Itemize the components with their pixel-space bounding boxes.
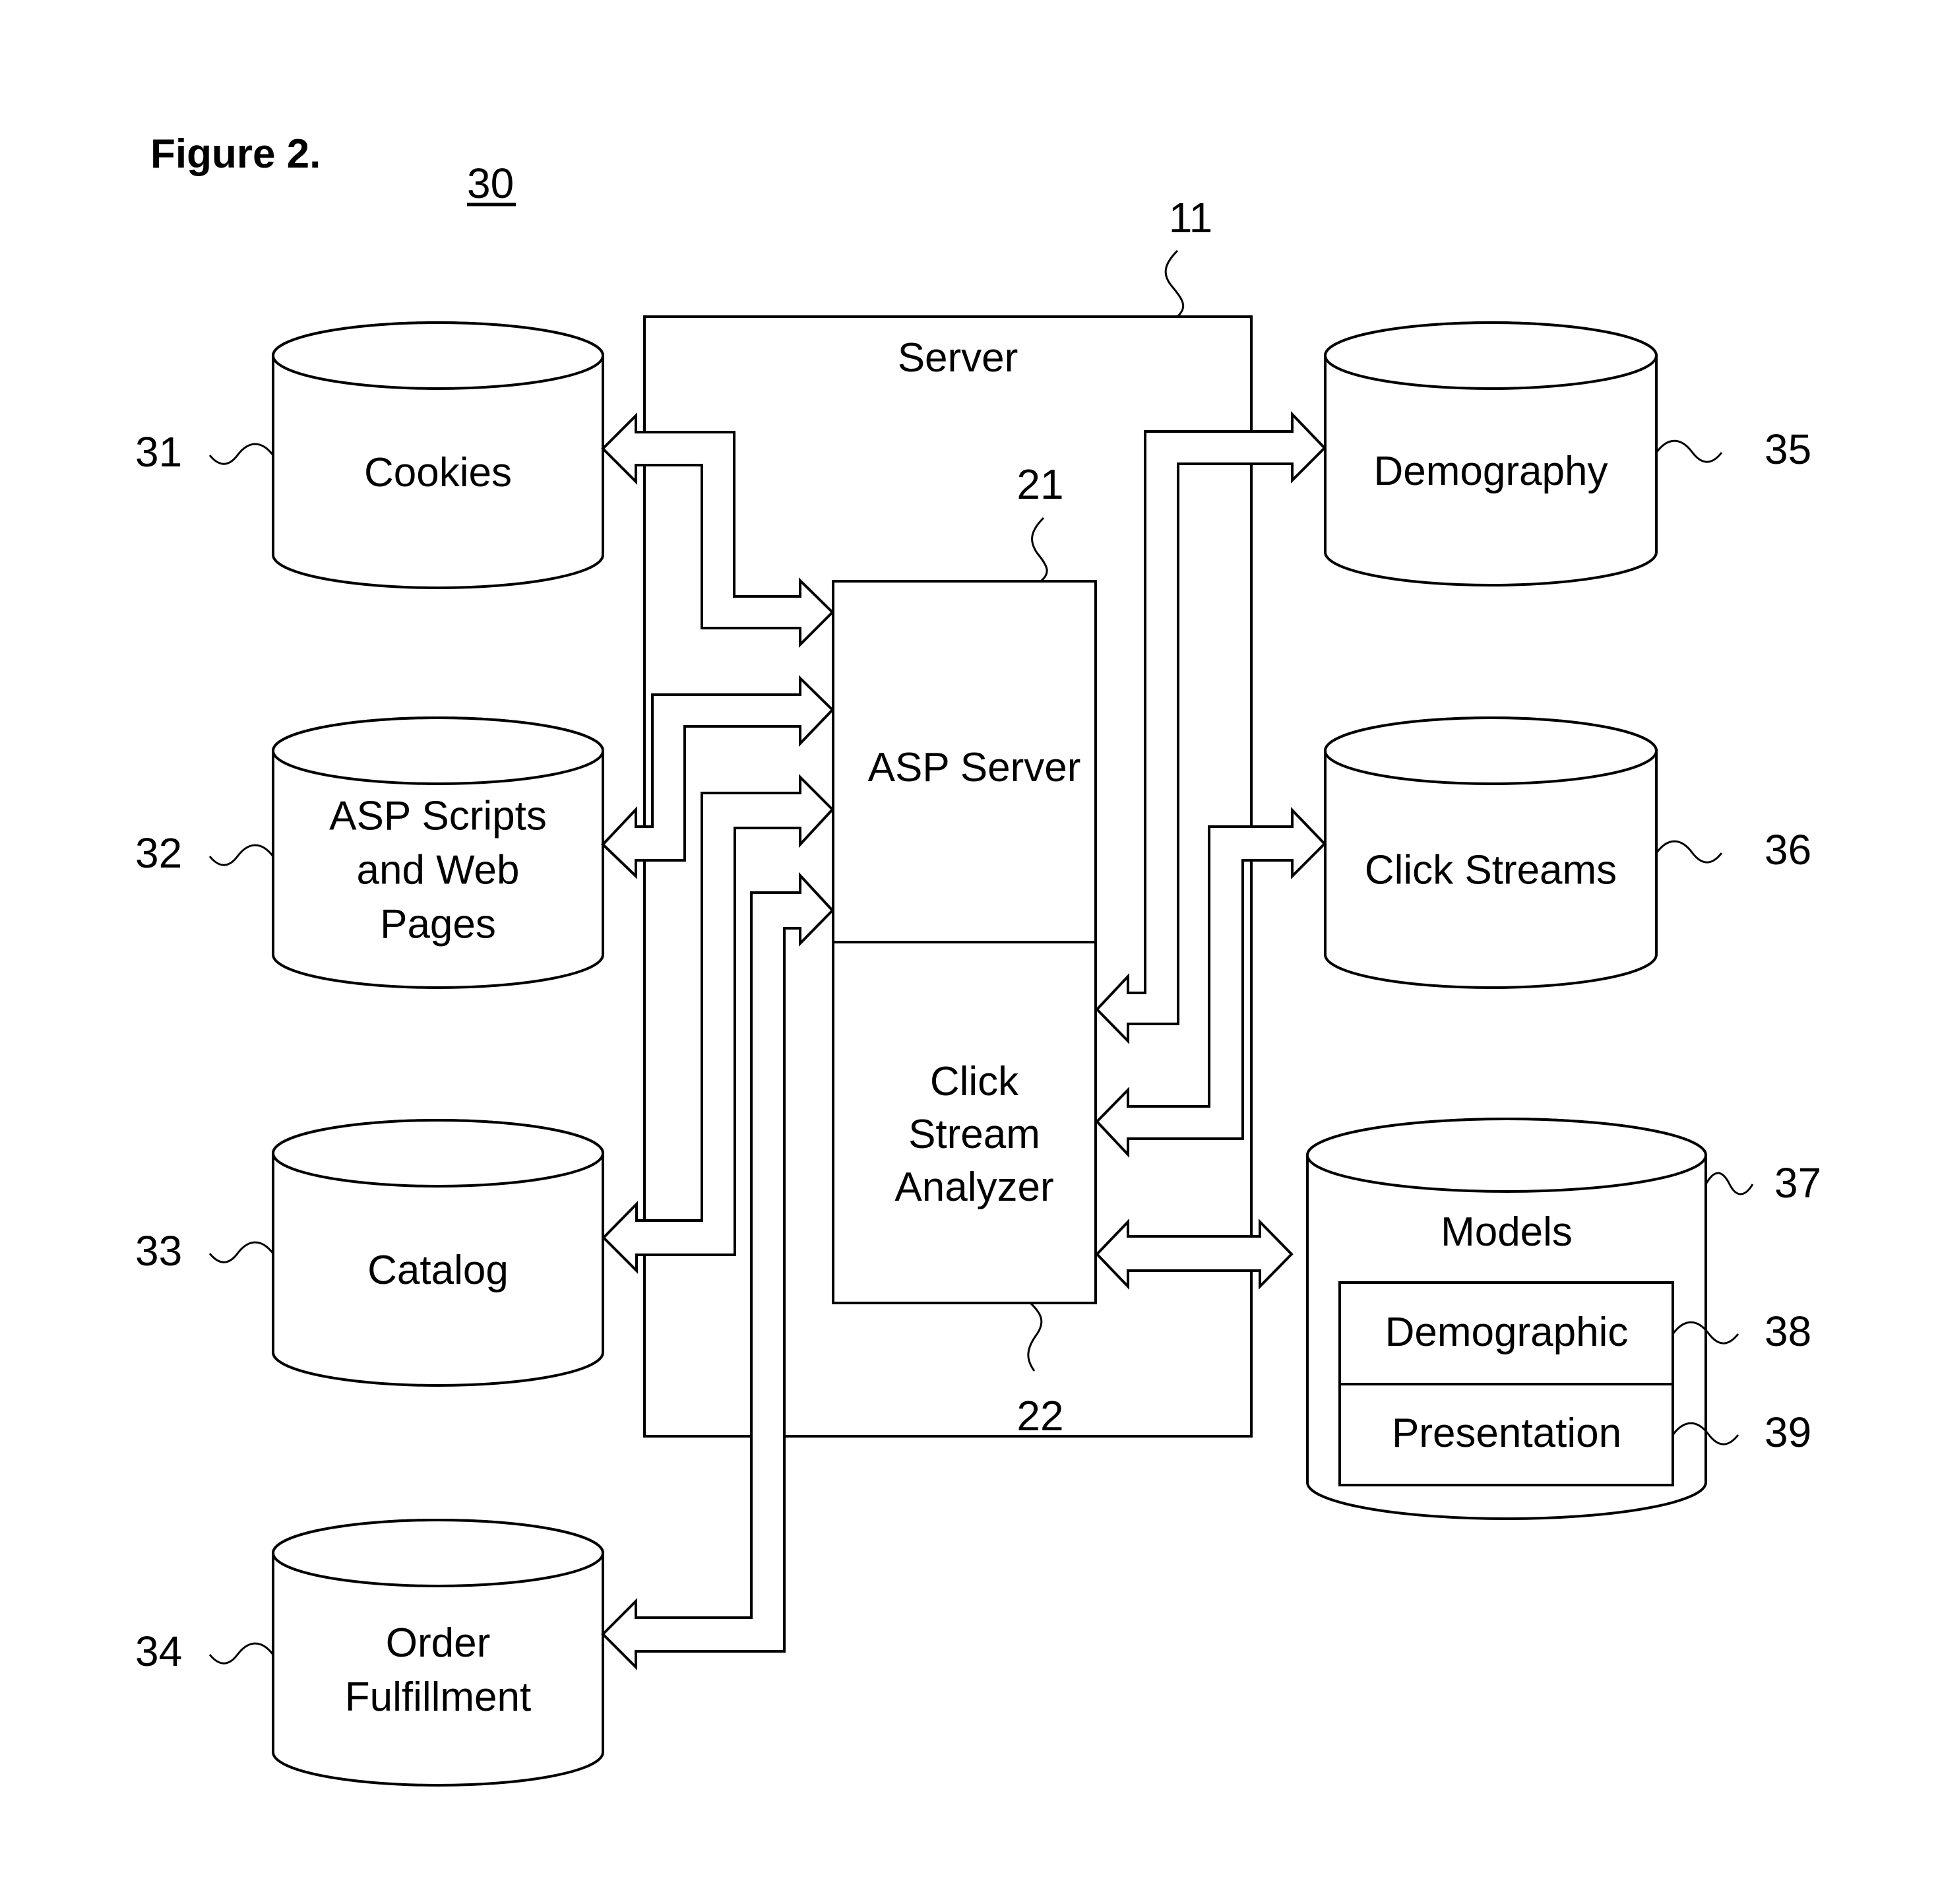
system-ref-label: 30 [467, 160, 514, 207]
ref-34: 34 [135, 1628, 182, 1675]
asp-scripts-label-line-3: Pages [380, 902, 496, 947]
ref-36: 36 [1765, 826, 1811, 873]
asp-scripts-label-line-2: and Web [356, 848, 519, 893]
analyzer-label-line-1: Click [930, 1059, 1019, 1104]
order-fulfillment-label-line-1: Order [386, 1620, 490, 1666]
ref-36-leader [1655, 840, 1723, 864]
ref-35-leader [1655, 439, 1723, 463]
server-ref: 11 [1169, 194, 1212, 241]
cookies-label-line-1: Cookies [364, 450, 512, 495]
ref-31-leader [208, 443, 274, 465]
order-fulfillment-cylinder-top [272, 1519, 604, 1587]
ref-38: 38 [1765, 1308, 1811, 1355]
ref-37-leader [1704, 1172, 1754, 1195]
demography-cylinder-top [1324, 321, 1658, 390]
models-label: Models [1441, 1209, 1573, 1255]
figure-title: Figure 2. [150, 131, 321, 177]
ref-35: 35 [1765, 426, 1811, 473]
analyzer-ref: 22 [1016, 1392, 1063, 1440]
click-streams-label-line-1: Click Streams [1365, 848, 1617, 893]
catalog-cylinder-top [272, 1119, 604, 1188]
analyzer-label-line-2: Stream [908, 1112, 1040, 1157]
ref-37: 37 [1774, 1159, 1821, 1207]
cookies-cylinder-top [272, 321, 604, 390]
server-ref-leader [1164, 249, 1185, 318]
order-fulfillment-label-line-2: Fulfillment [345, 1674, 532, 1720]
ref-32: 32 [135, 829, 182, 877]
ref-32-leader [208, 844, 274, 866]
analyzer-label-line-3: Analyzer [894, 1164, 1053, 1210]
demography-label-line-1: Demography [1374, 449, 1608, 494]
ref-39: 39 [1765, 1409, 1811, 1456]
models-presentation-label: Presentation [1392, 1411, 1621, 1456]
asp-server-ref: 21 [1016, 460, 1063, 508]
diagram-canvas: Figure 2. 30 Server 11 ASP Server 21 Cli… [135, 131, 1821, 1787]
models-cylinder-top [1306, 1118, 1707, 1193]
catalog-label-line-1: Catalog [367, 1248, 509, 1293]
asp-scripts-cylinder-top [272, 716, 604, 785]
ref-33-leader [208, 1241, 274, 1263]
ref-33: 33 [135, 1227, 182, 1275]
server-label: Server [898, 335, 1018, 381]
asp-server-label: ASP Server [868, 745, 1081, 790]
asp-scripts-label-line-1: ASP Scripts [329, 794, 547, 839]
models-demographic-label: Demographic [1385, 1310, 1629, 1355]
ref-34-leader [208, 1642, 274, 1665]
ref-31: 31 [135, 428, 182, 476]
click-streams-cylinder-top [1324, 716, 1658, 785]
